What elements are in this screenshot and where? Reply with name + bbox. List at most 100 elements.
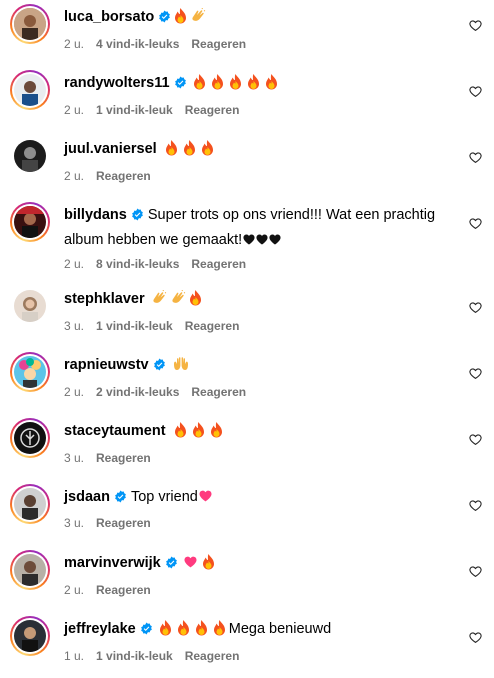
comment-time: 3 u. <box>64 516 85 530</box>
verified-badge-icon <box>165 555 178 576</box>
pink-heart-emoji-icon <box>199 488 212 509</box>
comment-username[interactable]: jsdaan <box>64 489 110 505</box>
reply-button[interactable]: Reageren <box>191 37 246 51</box>
reply-button[interactable]: Reageren <box>96 516 151 530</box>
clap-emoji-icon <box>151 289 167 313</box>
comment-likes[interactable]: 1 vind-ik-leuk <box>96 103 173 117</box>
fire-emoji-icon <box>165 140 178 163</box>
fire-emoji-icon <box>247 74 260 97</box>
verified-badge-icon <box>131 207 144 228</box>
comment-time: 3 u. <box>64 451 85 465</box>
comment-time: 2 u. <box>64 583 85 597</box>
comment-item: staceytaument 3 u. Reageren <box>0 418 494 480</box>
fire-emoji-icon <box>201 140 214 163</box>
avatar[interactable] <box>10 484 50 524</box>
avatar[interactable] <box>10 550 50 590</box>
fire-emoji-icon <box>229 74 242 97</box>
comment-time: 2 u. <box>64 257 85 271</box>
comment-text: album hebben we gemaakt! <box>64 232 243 248</box>
comment-likes[interactable]: 8 vind-ik-leuks <box>96 257 179 271</box>
like-heart-icon[interactable] <box>469 499 482 512</box>
comment-item: rapnieuwstv 2 u. 2 vind-ik-leuks Reageren <box>0 352 494 414</box>
comment-time: 2 u. <box>64 37 85 51</box>
avatar[interactable] <box>10 202 50 242</box>
comment-username[interactable]: marvinverwijk <box>64 555 161 571</box>
black-heart-emoji-icon <box>243 231 255 252</box>
like-heart-icon[interactable] <box>469 151 482 164</box>
like-heart-icon[interactable] <box>469 85 482 98</box>
comment-time: 2 u. <box>64 385 85 399</box>
comment-time: 2 u. <box>64 169 85 183</box>
avatar[interactable] <box>10 616 50 656</box>
comment-username[interactable]: jeffreylake <box>64 621 136 637</box>
like-heart-icon[interactable] <box>469 301 482 314</box>
comment-username[interactable]: luca_borsato <box>64 9 154 25</box>
comment-item: jsdaan Top vriend 3 u. Reageren <box>0 484 494 546</box>
fire-emoji-icon <box>177 620 190 643</box>
comment-item: juul.vaniersel 2 u. Reageren <box>0 136 494 198</box>
comment-text: Super trots op ons vriend!!! Wat een pra… <box>147 207 436 223</box>
reply-button[interactable]: Reageren <box>191 257 246 271</box>
comment-item: marvinverwijk 2 u. Reageren <box>0 550 494 612</box>
comment-username[interactable]: rapnieuwstv <box>64 357 149 373</box>
black-heart-emoji-icon <box>269 231 281 252</box>
fire-emoji-icon <box>213 620 226 643</box>
clap-emoji-icon <box>170 289 186 313</box>
fire-emoji-icon <box>211 74 224 97</box>
reply-button[interactable]: Reageren <box>96 451 151 465</box>
comment-time: 3 u. <box>64 319 85 333</box>
fire-emoji-icon <box>210 422 223 445</box>
avatar[interactable] <box>10 4 50 44</box>
comment-item: stephklaver 3 u. 1 vind-ik-leuk Reageren <box>0 286 494 348</box>
comment-item: luca_borsato 2 u. 4 vind-ik-leuks Reageren <box>0 4 494 66</box>
avatar[interactable] <box>10 418 50 458</box>
like-heart-icon[interactable] <box>469 433 482 446</box>
fire-emoji-icon <box>193 74 206 97</box>
verified-badge-icon <box>140 621 153 642</box>
fire-emoji-icon <box>183 140 196 163</box>
comment-likes[interactable]: 4 vind-ik-leuks <box>96 37 179 51</box>
like-heart-icon[interactable] <box>469 19 482 32</box>
comment-likes[interactable]: 1 vind-ik-leuk <box>96 319 173 333</box>
reply-button[interactable]: Reageren <box>191 385 246 399</box>
fire-emoji-icon <box>195 620 208 643</box>
fire-emoji-icon <box>174 8 187 31</box>
fire-emoji-icon <box>174 422 187 445</box>
like-heart-icon[interactable] <box>469 631 482 644</box>
comment-username[interactable]: staceytaument <box>64 423 166 439</box>
avatar[interactable] <box>10 70 50 110</box>
comment-username[interactable]: randywolters11 <box>64 75 170 91</box>
reply-button[interactable]: Reageren <box>96 583 151 597</box>
comment-text: Top vriend <box>130 489 198 505</box>
avatar[interactable] <box>10 352 50 392</box>
avatar[interactable] <box>10 136 50 176</box>
comment-item: randywolters11 2 u. 1 vind-ik-leuk Reagere… <box>0 70 494 132</box>
like-heart-icon[interactable] <box>469 217 482 230</box>
comment-item: billydans Super trots op ons vriend!!! Wa… <box>0 202 494 282</box>
reply-button[interactable]: Reageren <box>185 319 240 333</box>
verified-badge-icon <box>114 489 127 510</box>
reply-button[interactable]: Reageren <box>96 169 151 183</box>
verified-badge-icon <box>158 9 171 30</box>
fire-emoji-icon <box>189 290 202 313</box>
verified-badge-icon <box>174 75 187 96</box>
comment-time: 1 u. <box>64 649 85 663</box>
raising-hands-emoji-icon <box>173 357 189 379</box>
comment-username[interactable]: juul.vaniersel <box>64 141 157 157</box>
reply-button[interactable]: Reageren <box>185 649 240 663</box>
fire-emoji-icon <box>192 422 205 445</box>
fire-emoji-icon <box>265 74 278 97</box>
comment-username[interactable]: stephklaver <box>64 291 145 307</box>
comment-likes[interactable]: 2 vind-ik-leuks <box>96 385 179 399</box>
reply-button[interactable]: Reageren <box>185 103 240 117</box>
avatar[interactable] <box>10 286 50 326</box>
like-heart-icon[interactable] <box>469 565 482 578</box>
comment-likes[interactable]: 1 vind-ik-leuk <box>96 649 173 663</box>
comment-username[interactable]: billydans <box>64 207 127 223</box>
comment-text: Mega benieuwd <box>228 621 332 637</box>
fire-emoji-icon <box>202 554 215 577</box>
black-heart-emoji-icon <box>256 231 268 252</box>
clap-emoji-icon <box>190 7 206 31</box>
pink-heart-emoji-icon <box>184 554 197 575</box>
like-heart-icon[interactable] <box>469 367 482 380</box>
